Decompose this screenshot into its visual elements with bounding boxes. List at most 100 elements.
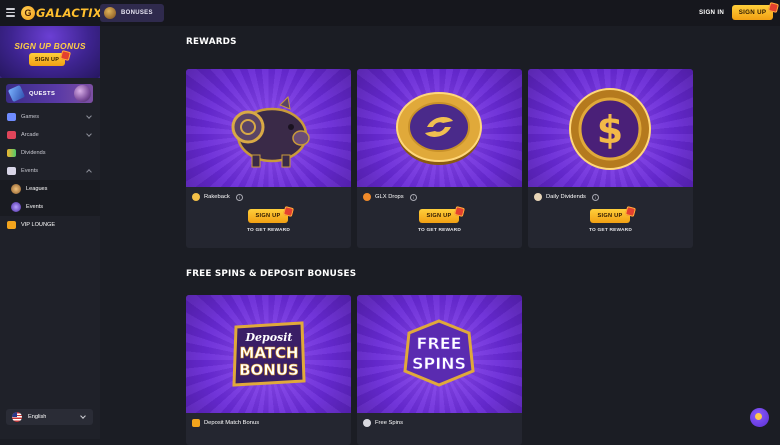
sidebar-nav: Games Arcade Dividends Events Leagues Ev… [0,108,100,234]
get-reward-caption: TO GET REWARD [246,228,291,233]
sidebar-item-label: Events [21,168,39,174]
language-label: English [28,414,47,420]
us-flag-icon [12,412,22,422]
bonus-card-deposit-match[interactable]: Deposit MATCH BONUS Deposit Match Bonus [186,295,351,445]
chevron-up-icon [86,169,92,175]
card-title: GLX Drops [375,194,404,200]
menu-icon[interactable] [6,8,15,17]
calendar-icon [7,167,16,175]
gift-icon [282,205,295,218]
reward-card-daily-dividends[interactable]: $ Daily Dividends i SIGN UP TO GET REWAR… [528,69,693,248]
banner-title: SIGN UP BONUS [14,41,86,51]
info-icon[interactable]: i [409,193,417,201]
trophy-icon [11,184,21,194]
card-title: Deposit Match Bonus [204,420,260,426]
card-title: Free Spins [375,420,404,426]
card-image [186,69,351,187]
gift-icon [624,205,637,218]
get-reward-caption: TO GET REWARD [417,228,462,233]
sidebar-item-vip[interactable]: VIP LOUNGE [0,216,100,234]
chevron-down-icon [80,413,86,419]
reward-card-glx-drops[interactable]: GLX Drops i SIGN UP TO GET REWARD [357,69,522,248]
gift-icon [767,1,780,14]
chevron-down-icon [86,113,92,119]
sidebar-item-label: Arcade [21,132,39,138]
sidebar-item-events[interactable]: Events [0,162,100,180]
tab-bonuses-label: BONUSES [121,10,153,16]
card-image: $ [528,69,693,187]
free-spins-badge-icon: FREE SPINS [403,319,475,387]
card-sign-up-button[interactable]: SIGN UP [419,205,466,223]
sidebar-item-dividends[interactable]: Dividends [0,144,100,162]
rewards-heading: REWARDS [186,37,237,47]
tab-bonuses[interactable]: BONUSES [100,4,164,22]
bonus-card-free-spins[interactable]: FREE SPINS Free Spins [357,295,522,445]
sign-in-link[interactable]: SIGN IN [699,9,724,16]
card-title-row: Deposit Match Bonus [192,419,259,427]
card-title: Rakeback [204,194,230,200]
card-image: Deposit MATCH BONUS [186,295,351,413]
gamepad-icon [7,113,16,121]
card-sign-up-button[interactable]: SIGN UP [248,205,295,223]
banner-sign-up-label: SIGN UP [34,56,60,63]
bonus-icon [104,7,116,19]
rocket-icon [7,84,26,103]
event-icon [11,202,21,212]
card-title-row: Free Spins [363,419,403,427]
dividends-icon [534,193,542,201]
info-icon[interactable]: i [235,193,243,201]
card-sign-up-button[interactable]: SIGN UP [590,205,637,223]
get-reward-caption: TO GET REWARD [588,228,633,233]
rakeback-icon [192,193,200,201]
chat-support-button[interactable] [750,408,769,427]
logo-text: GALACTIX [36,6,103,20]
sidebar-item-label: Leagues [26,186,48,192]
crown-icon [7,221,16,229]
deposit-match-badge-icon: Deposit MATCH BONUS [232,321,306,387]
quests-banner[interactable]: QUESTS [6,84,93,103]
sign-up-button[interactable]: SIGN UP [732,1,780,20]
card-sign-up-label: SIGN UP [255,213,281,219]
top-bar: G GALACTIX BONUSES SIGN IN SIGN UP [0,0,780,26]
deposit-icon [192,419,200,427]
events-submenu: Leagues Events [0,180,100,216]
spin-icon [363,419,371,427]
glx-drop-icon [363,193,371,201]
planet-icon [74,85,91,102]
card-title-row: Daily Dividends i [534,193,599,201]
card-image: FREE SPINS [357,295,522,413]
sidebar: SIGN UP BONUS SIGN UP QUESTS Games Arcad… [0,26,100,439]
gift-icon [453,205,466,218]
card-sign-up-label: SIGN UP [426,213,452,219]
sidebar-item-events-sub[interactable]: Events [0,198,100,216]
sidebar-item-arcade[interactable]: Arcade [0,126,100,144]
piggy-bank-icon [231,95,310,168]
card-title-row: GLX Drops i [363,193,417,201]
sidebar-item-leagues[interactable]: Leagues [0,180,100,198]
badge-line-2: MATCH [239,344,298,362]
reward-card-rakeback[interactable]: Rakeback i SIGN UP TO GET REWARD [186,69,351,248]
card-sign-up-label: SIGN UP [597,213,623,219]
main-content: REWARDS Rakeback i SIGN UP TO GET REWARD [100,26,780,445]
language-select[interactable]: English [6,409,93,425]
dollar-coin-icon: $ [569,88,651,170]
free-spins-heading: FREE SPINS & DEPOSIT BONUSES [186,269,357,279]
logo[interactable]: G GALACTIX [21,5,102,21]
info-icon[interactable]: i [591,193,599,201]
quests-label: QUESTS [29,90,56,97]
chevron-down-icon [86,131,92,137]
chart-icon [7,149,16,157]
sidebar-item-games[interactable]: Games [0,108,100,126]
logo-mark-icon: G [21,6,35,20]
card-image [357,69,522,187]
card-title-row: Rakeback i [192,193,243,201]
signup-bonus-banner[interactable]: SIGN UP BONUS SIGN UP [0,26,100,78]
badge-line-3: BONUS [239,361,299,379]
arcade-icon [7,131,16,139]
sidebar-item-label: Games [21,114,40,120]
card-title: Daily Dividends [546,194,586,200]
swirl-decoration [0,26,100,78]
sidebar-item-label: Dividends [21,150,46,156]
banner-sign-up-button[interactable]: SIGN UP [29,49,72,66]
sign-up-label: SIGN UP [738,9,767,16]
